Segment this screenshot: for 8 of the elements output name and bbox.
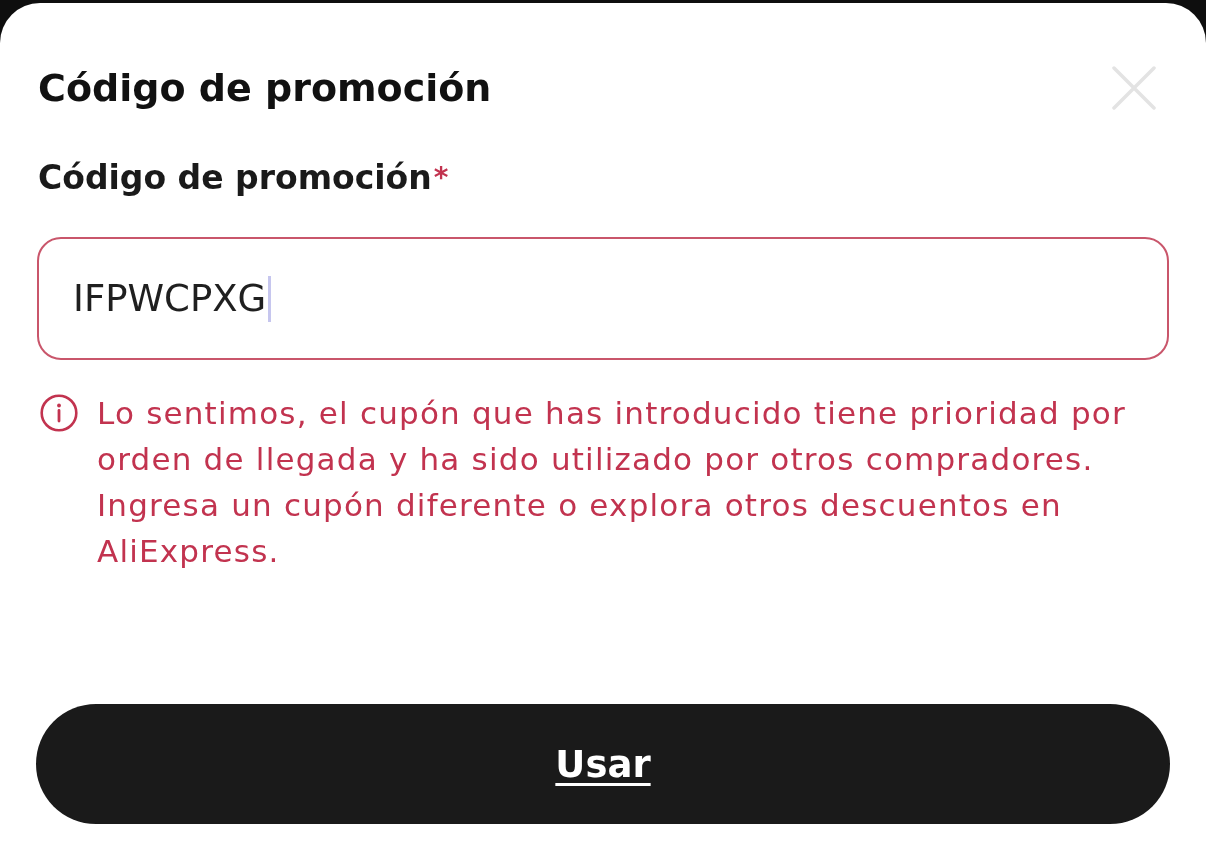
info-icon xyxy=(40,394,78,432)
promo-code-input[interactable]: IFPWCPXG xyxy=(37,237,1169,360)
use-button[interactable]: Usar xyxy=(36,704,1170,824)
error-message: Lo sentimos, el cupón que has introducido tiene prioridad por orden de llegada y ha sido utilizado por otros compradores. Ingresa un cupón diferente o explora otros descuentos en AliExpress. xyxy=(97,394,1127,571)
close-icon[interactable] xyxy=(1112,66,1156,110)
sheet-title: Código de promoción xyxy=(38,65,492,111)
required-mark: * xyxy=(433,160,449,196)
field-label: Código de promoción xyxy=(38,157,432,199)
